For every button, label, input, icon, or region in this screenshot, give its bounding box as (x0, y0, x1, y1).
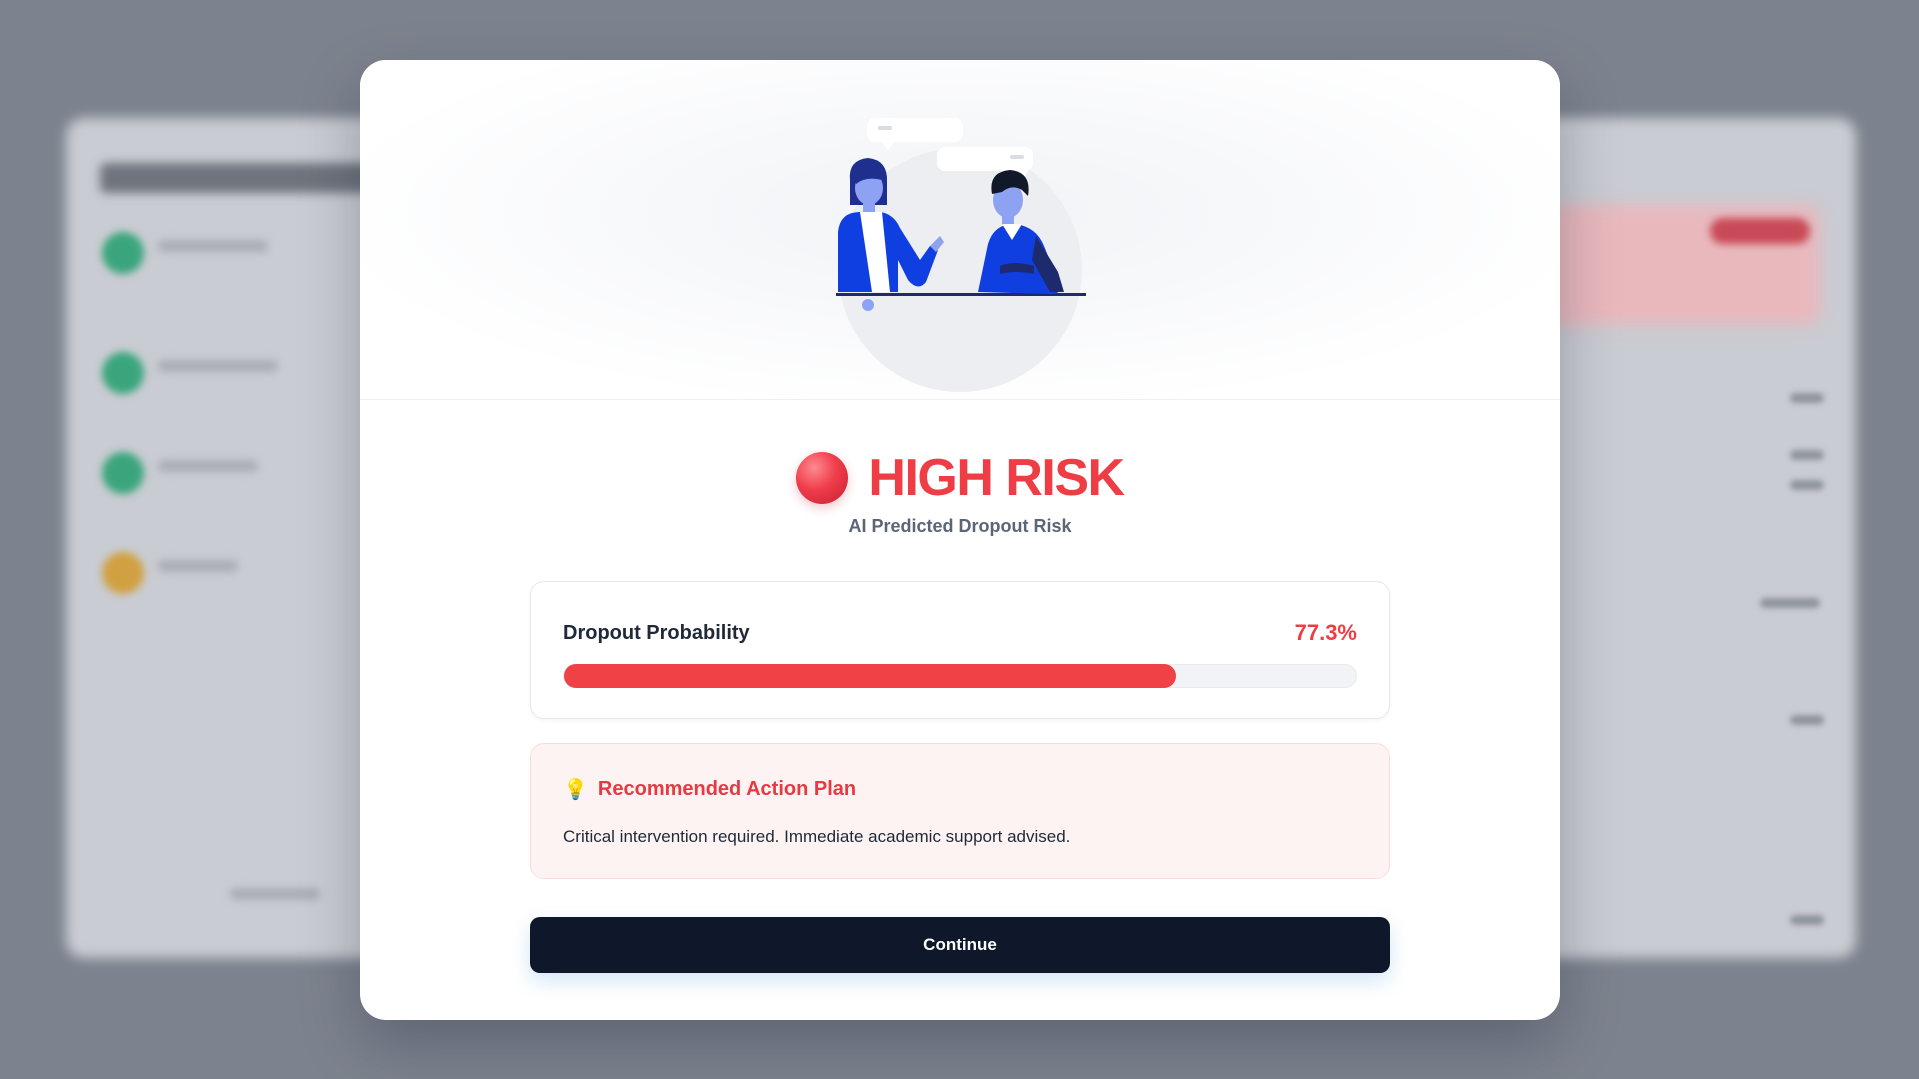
lightbulb-icon: 💡 (563, 778, 588, 801)
speech-bubble-icon (867, 118, 963, 150)
probability-progress-fill (564, 664, 1177, 688)
background-value (1790, 450, 1824, 460)
probability-label: Dropout Probability (563, 622, 750, 644)
background-value (1790, 480, 1824, 490)
continue-button[interactable]: Continue (530, 917, 1390, 973)
probability-value: 77.3% (1294, 620, 1357, 645)
risk-result-modal: HIGH RISK AI Predicted Dropout Risk Drop… (360, 60, 1560, 1020)
risk-indicator-icon (796, 452, 849, 504)
hero-illustration-area (360, 60, 1560, 400)
background-line (158, 560, 238, 572)
background-line (158, 460, 258, 472)
background-value (1790, 715, 1824, 725)
action-plan-text: Critical intervention required. Immediat… (563, 827, 1071, 846)
background-status-dot (102, 452, 144, 494)
background-line (230, 888, 320, 900)
action-plan-card: 💡 Recommended Action Plan Critical inter… (530, 743, 1390, 879)
risk-level-title: HIGH RISK (868, 449, 1125, 507)
action-plan-title: Recommended Action Plan (597, 778, 857, 800)
background-value (1790, 915, 1824, 925)
probability-progress-track (563, 664, 1357, 688)
background-value (1760, 598, 1820, 608)
background-line (158, 360, 278, 372)
action-plan-header: 💡 Recommended Action Plan (563, 778, 856, 801)
probability-card: Dropout Probability 77.3% (530, 581, 1390, 719)
risk-subtitle: AI Predicted Dropout Risk (848, 516, 1072, 536)
background-title (100, 163, 400, 193)
counseling-illustration (836, 118, 1086, 392)
background-value (1790, 393, 1824, 403)
risk-level-heading: HIGH RISK (360, 448, 1560, 508)
background-status-dot (102, 552, 144, 594)
background-status-dot (102, 352, 144, 394)
background-badge (1710, 218, 1810, 244)
background-line (158, 240, 268, 252)
background-status-dot (102, 232, 144, 274)
